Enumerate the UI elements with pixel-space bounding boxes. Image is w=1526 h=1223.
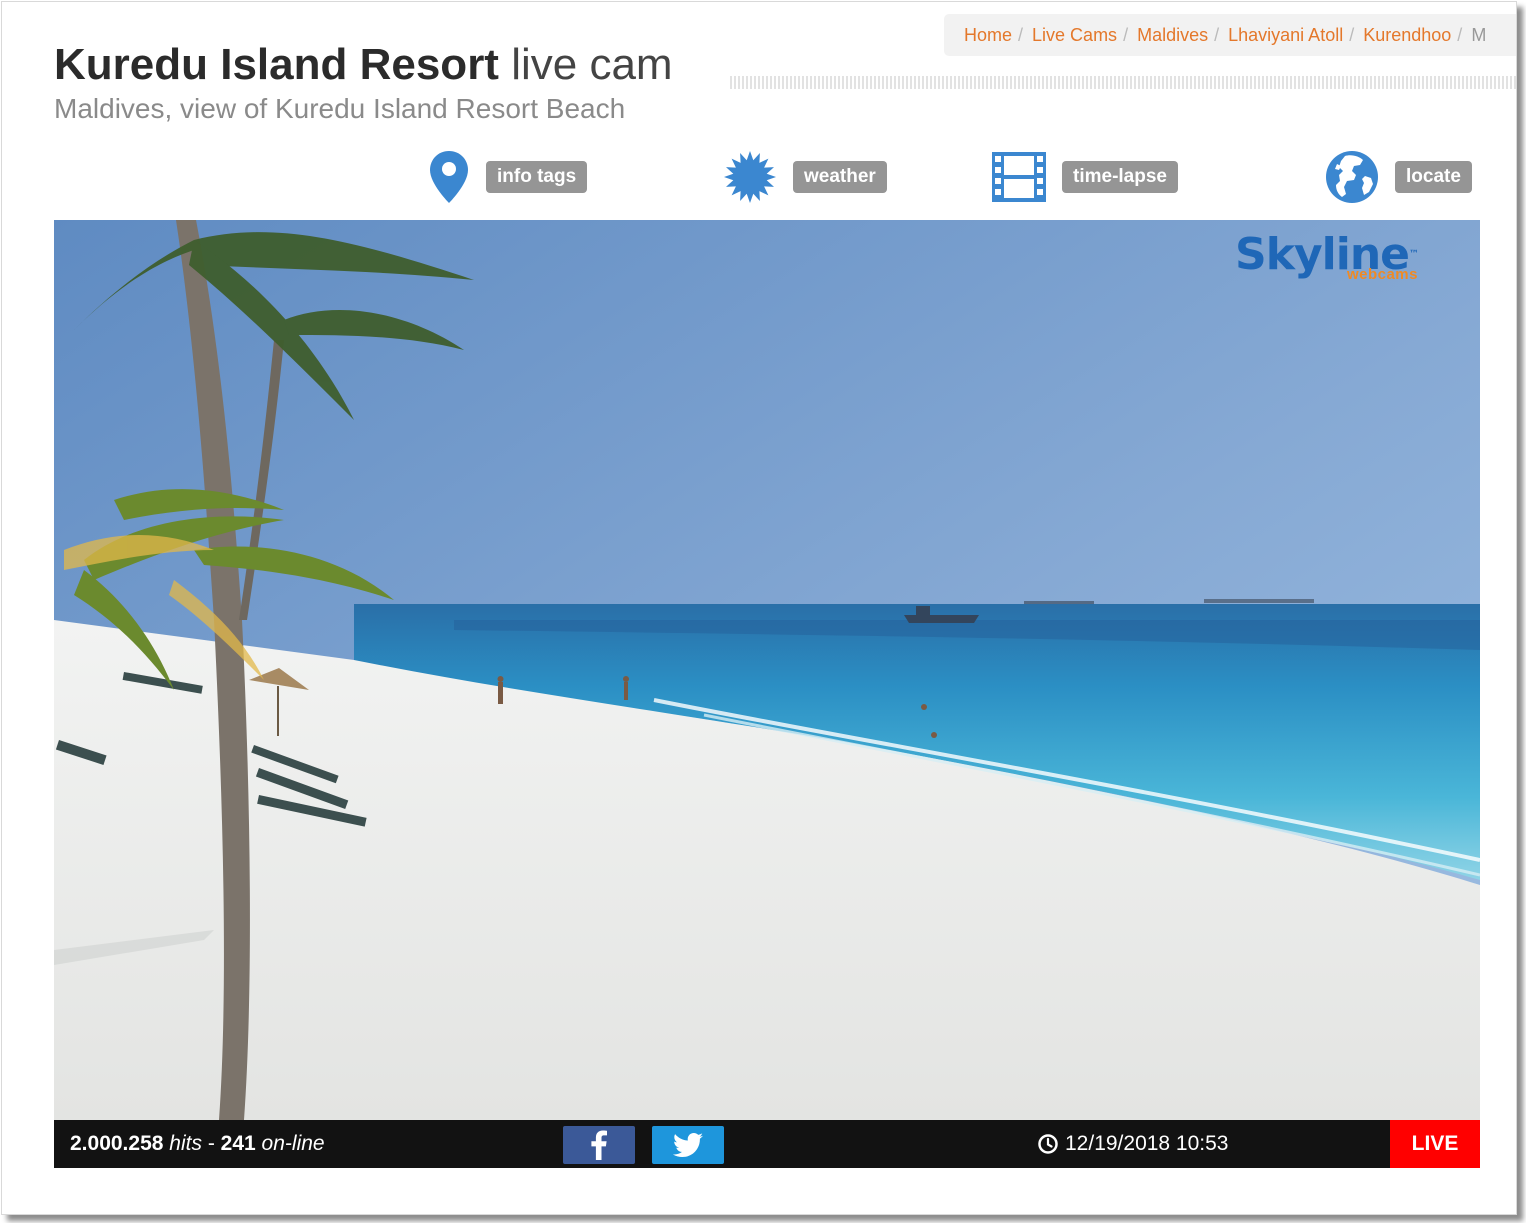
player-status-bar: 2.000.258 hits - 241 on-line 12/19/2018 …	[54, 1120, 1480, 1168]
twitter-share-button[interactable]	[652, 1126, 724, 1164]
breadcrumb-kurendhoo[interactable]: Kurendhoo	[1363, 25, 1451, 46]
globe-icon	[1325, 150, 1379, 204]
stats-separator: -	[207, 1132, 215, 1155]
locate-button[interactable]: locate	[1325, 148, 1472, 206]
webcam-video[interactable]: Skyline™ webcams	[54, 220, 1480, 1120]
viewer-stats: 2.000.258 hits - 241 on-line	[70, 1120, 325, 1168]
webcam-player: Skyline™ webcams 2.000.258 hits - 241 on…	[54, 220, 1480, 1168]
weather-label: weather	[793, 161, 887, 193]
page-subtitle: Maldives, view of Kuredu Island Resort B…	[54, 93, 626, 124]
breadcrumb-maldives[interactable]: Maldives	[1137, 25, 1208, 46]
breadcrumb: Home / Live Cams / Maldives / Lhaviyani Ato…	[944, 14, 1516, 56]
weather-button[interactable]: weather	[723, 148, 887, 206]
logo-tm: ™	[1409, 249, 1419, 260]
info-tags-button[interactable]: info tags	[428, 148, 588, 206]
sun-burst-icon	[723, 150, 777, 204]
hits-count: 2.000.258	[70, 1132, 164, 1155]
hits-label: hits	[169, 1132, 202, 1155]
twitter-icon	[673, 1133, 703, 1157]
timestamp: 12/19/2018 10:53	[1038, 1120, 1229, 1168]
locate-label: locate	[1395, 161, 1472, 193]
info-tags-label: info tags	[486, 161, 588, 193]
facebook-share-button[interactable]	[563, 1126, 635, 1164]
skyline-logo: Skyline™ webcams	[1235, 232, 1419, 284]
clock-icon	[1038, 1134, 1058, 1154]
breadcrumb-home[interactable]: Home	[964, 25, 1012, 46]
decorative-stripes	[730, 76, 1516, 89]
online-label: on-line	[261, 1132, 325, 1155]
online-count: 241	[220, 1132, 256, 1155]
datetime-text: 12/19/2018 10:53	[1065, 1132, 1229, 1155]
breadcrumb-current[interactable]: M	[1471, 25, 1486, 46]
time-lapse-button[interactable]: time-lapse	[992, 148, 1178, 206]
time-lapse-label: time-lapse	[1062, 161, 1178, 193]
title-bold: Kuredu Island Resort	[54, 40, 499, 89]
film-strip-icon	[992, 152, 1046, 202]
map-pin-icon	[428, 149, 470, 205]
breadcrumb-live-cams[interactable]: Live Cams	[1032, 25, 1117, 46]
page-frame: Kuredu Island Resort live cam Maldives, …	[1, 1, 1517, 1215]
page-title: Kuredu Island Resort live cam	[54, 40, 673, 90]
breadcrumb-lhaviyani-atoll[interactable]: Lhaviyani Atoll	[1228, 25, 1343, 46]
live-badge[interactable]: LIVE	[1390, 1120, 1480, 1168]
title-light: live cam	[511, 40, 673, 89]
beach-scene-image	[54, 220, 1480, 1120]
facebook-icon	[591, 1130, 607, 1160]
